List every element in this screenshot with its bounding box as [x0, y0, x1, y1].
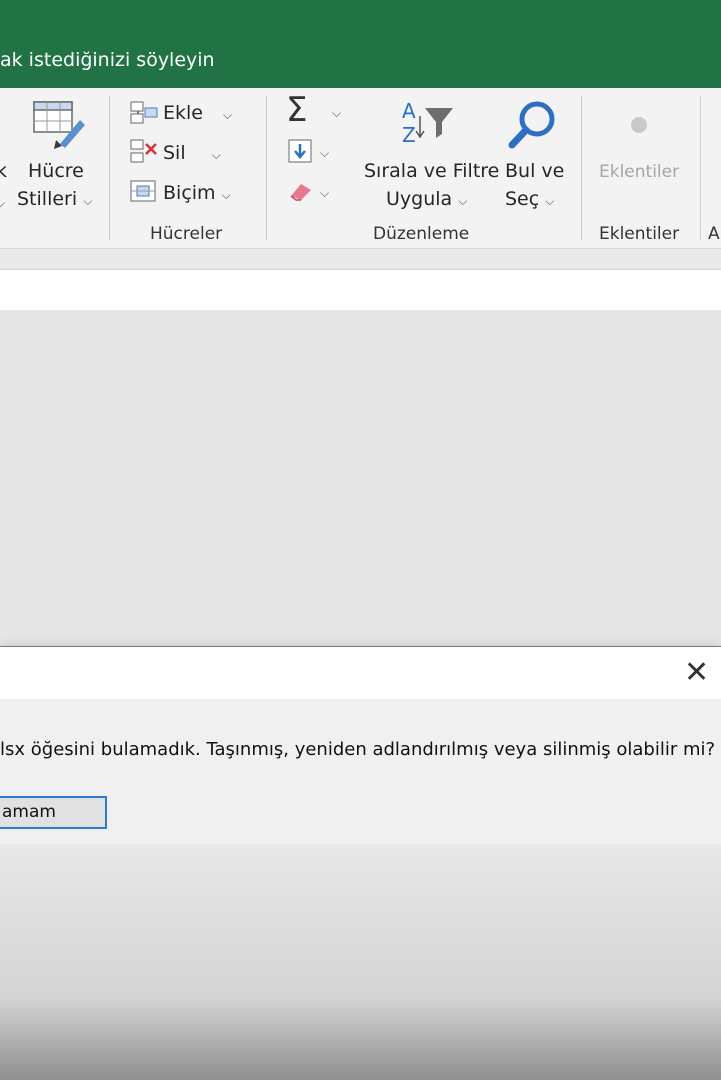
close-icon[interactable]: ✕ [684, 655, 709, 691]
cell-styles-label-line2: Stilleri [17, 188, 78, 210]
delete-button[interactable]: Sil ⌵ [163, 142, 221, 164]
sort-filter-label-line2: Uygula [386, 188, 453, 210]
chevron-down-icon[interactable]: ⌵ [332, 102, 341, 121]
format-label: Biçim [163, 182, 216, 204]
ribbon: k ⌵ Hücre Stilleri ⌵ Ekle ⌵ Sil ⌵ Biçim … [0, 88, 721, 249]
cell-styles-dropdown[interactable]: Stilleri ⌵ [17, 188, 92, 210]
fill-icon[interactable] [287, 138, 315, 164]
sort-filter-icon: A Z [402, 99, 453, 147]
workbook-area [0, 310, 721, 646]
format-cells-icon [130, 180, 156, 202]
find-select-button[interactable]: Bul ve [505, 160, 564, 182]
group-separator [581, 96, 582, 240]
chevron-down-icon: ⌵ [458, 194, 468, 208]
group-separator [109, 96, 110, 240]
cell-styles-icon [33, 101, 85, 149]
group-separator [700, 96, 701, 240]
svg-text:A: A [402, 99, 416, 123]
partial-ribbon-dropdown[interactable]: ⌵ [0, 190, 5, 212]
find-select-label-line2: Seç [505, 188, 540, 210]
dialog-header: ✕ [0, 647, 721, 699]
background-area [0, 844, 721, 1080]
find-select-dropdown[interactable]: Seç ⌵ [505, 188, 554, 210]
chevron-down-icon: ⌵ [211, 148, 221, 162]
insert-label: Ekle [163, 102, 203, 124]
ok-button[interactable]: amam [0, 796, 107, 829]
chevron-down-icon: ⌵ [223, 108, 233, 122]
cell-styles-button[interactable]: Hücre [28, 160, 84, 182]
insert-cells-icon [130, 101, 158, 124]
formula-bar[interactable] [0, 269, 721, 311]
find-icon [508, 101, 555, 149]
title-bar: ak istediğinizi söyleyin [0, 0, 721, 88]
chevron-down-icon[interactable]: ⌵ [320, 142, 329, 161]
addins-button[interactable]: Eklentiler [599, 162, 679, 182]
sort-filter-button[interactable]: Sırala ve Filtre [364, 160, 499, 182]
sort-filter-dropdown[interactable]: Uygula ⌵ [386, 188, 467, 210]
svg-text:Z: Z [402, 123, 416, 147]
cells-group-label: Hücreler [150, 224, 223, 244]
partial-ribbon-button-label[interactable]: k [0, 160, 7, 182]
ribbon-bottom-band [0, 249, 721, 269]
addins-group-label: Eklentiler [599, 224, 680, 244]
insert-button[interactable]: Ekle ⌵ [163, 102, 232, 124]
delete-cells-icon [130, 139, 157, 163]
delete-label: Sil [163, 142, 186, 164]
error-dialog: ✕ lsx öğesini bulamadık. Taşınmış, yenid… [0, 646, 721, 845]
tell-me-search[interactable]: ak istediğinizi söyleyin [0, 49, 215, 71]
chevron-down-icon[interactable]: ⌵ [320, 182, 329, 201]
addins-icon [631, 117, 647, 133]
chevron-down-icon: ⌵ [221, 188, 231, 202]
chevron-down-icon: ⌵ [83, 194, 93, 208]
clear-icon[interactable] [287, 180, 315, 202]
next-group-label-partial: A [708, 224, 720, 244]
editing-group-label: Düzenleme [373, 224, 470, 244]
dialog-message: lsx öğesini bulamadık. Taşınmış, yeniden… [0, 739, 716, 760]
format-button[interactable]: Biçim ⌵ [163, 182, 231, 204]
autosum-icon[interactable]: Σ [286, 90, 307, 130]
group-separator [266, 96, 267, 240]
chevron-down-icon: ⌵ [545, 194, 555, 208]
